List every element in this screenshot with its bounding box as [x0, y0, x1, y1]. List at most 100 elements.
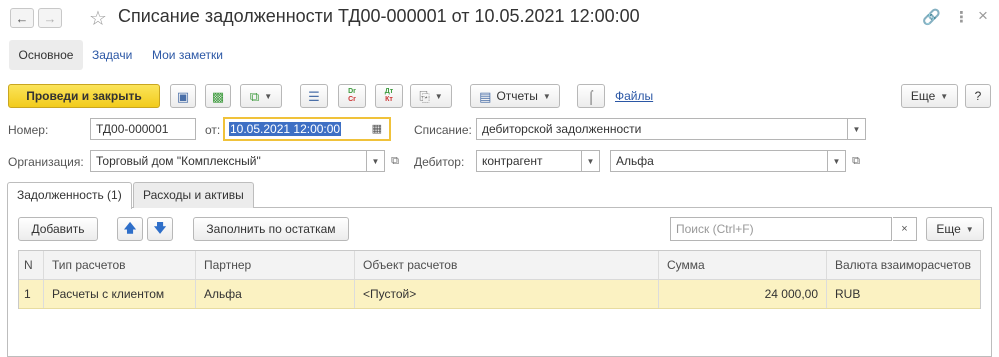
- nav-tasks[interactable]: Задачи: [92, 48, 132, 62]
- open-icon: ⧉: [391, 154, 399, 167]
- cell-n: 1: [19, 280, 44, 308]
- writeoff-label: Списание:: [414, 123, 472, 137]
- dt-kt-button[interactable]: Дт Кт: [375, 84, 403, 108]
- arrow-right-icon: →: [43, 10, 57, 26]
- reports-label: Отчеты: [496, 89, 538, 103]
- print-icon: ⎘: [419, 88, 430, 104]
- search-input[interactable]: Поиск (Ctrl+F): [670, 217, 892, 241]
- close-icon[interactable]: ×: [978, 6, 988, 26]
- table-header: N Тип расчетов Партнер Объект расчетов С…: [19, 251, 980, 280]
- dr-cr-button[interactable]: Dr Cr: [338, 84, 366, 108]
- chevron-down-icon: ▼: [965, 224, 974, 234]
- writeoff-dropdown[interactable]: ▼: [848, 118, 866, 140]
- window-title: Списание задолженности ТД00-000001 от 10…: [118, 6, 640, 26]
- debtor-open-button[interactable]: ⧉: [848, 150, 864, 172]
- list-icon: ☰: [308, 88, 320, 104]
- tab-debt[interactable]: Задолженность (1): [7, 182, 132, 209]
- arrow-up-icon: 🡅: [123, 220, 137, 235]
- dt-kt-icon-bottom: Кт: [385, 96, 393, 103]
- move-up-button[interactable]: 🡅: [117, 217, 143, 241]
- debtor-type-dropdown[interactable]: ▼: [582, 150, 600, 172]
- column-header-n[interactable]: N: [19, 251, 44, 279]
- debt-table: N Тип расчетов Партнер Объект расчетов С…: [18, 250, 981, 309]
- move-down-button[interactable]: 🡇: [147, 217, 173, 241]
- create-based-on-button[interactable]: ⧉ ▼: [240, 84, 282, 108]
- chevron-down-icon: ▼: [940, 91, 949, 101]
- post-document-icon: ▩: [211, 88, 225, 104]
- close-icon: ×: [901, 223, 908, 235]
- forward-button[interactable]: →: [38, 8, 62, 28]
- help-button[interactable]: ?: [965, 84, 991, 108]
- writeoff-field[interactable]: дебиторской задолженности: [476, 118, 848, 140]
- add-button[interactable]: Добавить: [18, 217, 98, 241]
- fill-balances-button[interactable]: Заполнить по остаткам: [193, 217, 349, 241]
- tab-expenses[interactable]: Расходы и активы: [133, 182, 254, 208]
- column-header-type[interactable]: Тип расчетов: [44, 251, 196, 279]
- arrow-down-icon: 🡇: [153, 220, 167, 235]
- debtor-dropdown[interactable]: ▼: [828, 150, 846, 172]
- cell-partner[interactable]: Альфа: [196, 280, 355, 308]
- column-header-currency[interactable]: Валюта взаиморасчетов: [827, 251, 980, 279]
- paperclip-icon: ⌠: [587, 88, 595, 104]
- organization-field[interactable]: Торговый дом "Комплексный": [90, 150, 367, 172]
- date-value: 10.05.2021 12:00:00: [229, 122, 342, 136]
- column-header-object[interactable]: Объект расчетов: [355, 251, 659, 279]
- print-button[interactable]: ⎘ ▼: [410, 84, 452, 108]
- date-field[interactable]: 10.05.2021 12:00:00 ▦: [223, 117, 391, 141]
- dr-cr-icon: Dr: [348, 88, 356, 95]
- date-label: от:: [205, 123, 221, 137]
- number-label: Номер:: [8, 123, 49, 137]
- post-button[interactable]: ▩: [205, 84, 231, 108]
- organization-dropdown[interactable]: ▼: [367, 150, 385, 172]
- fill-balances-label: Заполнить по остаткам: [206, 222, 336, 236]
- star-icon[interactable]: ☆: [89, 6, 107, 31]
- dt-kt-icon: Дт: [384, 88, 394, 95]
- more-button[interactable]: Еще ▼: [901, 84, 958, 108]
- dr-cr-icon-bottom: Cr: [348, 96, 356, 103]
- attach-button[interactable]: ⌠: [577, 84, 605, 108]
- column-header-sum[interactable]: Сумма: [659, 251, 827, 279]
- chevron-down-icon: ▼: [264, 91, 273, 101]
- organization-open-button[interactable]: ⧉: [387, 150, 403, 172]
- chevron-down-icon: ▼: [586, 156, 595, 166]
- files-link[interactable]: Файлы: [615, 89, 653, 103]
- search-clear-button[interactable]: ×: [893, 217, 917, 241]
- organization-label: Организация:: [8, 155, 84, 169]
- debtor-type-field[interactable]: контрагент: [476, 150, 582, 172]
- more-vertical-icon[interactable]: ⋮: [954, 8, 969, 26]
- structure-button[interactable]: ☰: [300, 84, 328, 108]
- save-icon: ▣: [176, 88, 190, 104]
- number-field[interactable]: ТД00-000001: [90, 118, 196, 140]
- chevron-down-icon: ▼: [542, 91, 551, 101]
- post-and-close-label: Проведи и закрыть: [26, 89, 142, 103]
- table-more-button[interactable]: Еще ▼: [926, 217, 984, 241]
- nav-main[interactable]: Основное: [9, 40, 83, 70]
- reports-button[interactable]: ▤ Отчеты ▼: [470, 84, 560, 108]
- cell-currency[interactable]: RUB: [827, 280, 980, 308]
- debtor-label: Дебитор:: [414, 155, 465, 169]
- save-button[interactable]: ▣: [170, 84, 196, 108]
- arrow-left-icon: ←: [15, 10, 29, 26]
- reports-icon: ▤: [479, 88, 492, 104]
- column-header-partner[interactable]: Партнер: [196, 251, 355, 279]
- more-label: Еще: [910, 89, 936, 103]
- add-label: Добавить: [31, 222, 85, 236]
- cell-sum[interactable]: 24 000,00: [659, 280, 827, 308]
- nav-notes[interactable]: Мои заметки: [152, 48, 223, 62]
- link-icon[interactable]: 🔗: [922, 8, 941, 26]
- chevron-down-icon: ▼: [832, 156, 841, 166]
- cell-object[interactable]: <Пустой>: [355, 280, 659, 308]
- chevron-down-icon: ▼: [852, 124, 861, 134]
- table-row[interactable]: 1 Расчеты с клиентом Альфа <Пустой> 24 0…: [19, 280, 980, 309]
- calendar-icon[interactable]: ▦: [372, 122, 382, 135]
- cell-type[interactable]: Расчеты с клиентом: [44, 280, 196, 308]
- debtor-field[interactable]: Альфа: [610, 150, 828, 172]
- help-label: ?: [974, 89, 982, 103]
- back-button[interactable]: ←: [10, 8, 34, 28]
- open-icon: ⧉: [852, 154, 860, 167]
- chevron-down-icon: ▼: [434, 91, 443, 101]
- chevron-down-icon: ▼: [371, 156, 380, 166]
- post-and-close-button[interactable]: Проведи и закрыть: [8, 84, 160, 108]
- create-based-icon: ⧉: [249, 88, 260, 104]
- table-more-label: Еще: [936, 222, 961, 236]
